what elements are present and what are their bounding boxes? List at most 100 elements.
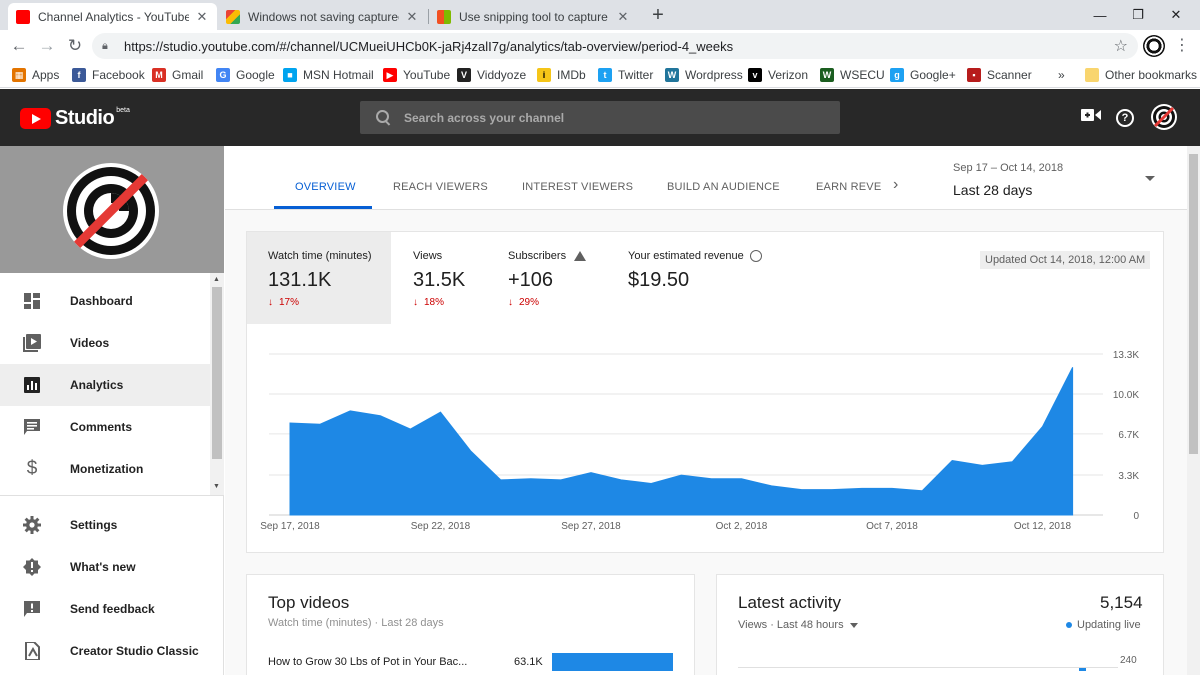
tab-overview[interactable]: OVERVIEW [295,181,356,193]
scroll-down-icon[interactable]: ▼ [213,483,220,490]
sidebar-item-analytics[interactable]: Analytics [0,364,210,406]
analytics-main: OVERVIEW REACH VIEWERS INTEREST VIEWERS … [225,146,1187,675]
feedback-icon [23,600,41,618]
scanner-icon: ▪ [967,68,981,82]
account-avatar-icon[interactable] [1150,103,1178,131]
x-tick-label: Oct 12, 2018 [1014,521,1072,532]
wsecu-icon: W [820,68,834,82]
overflow-chevron-icon: » [1058,68,1065,82]
close-window-button[interactable]: ✕ [1153,0,1199,30]
bookmark-youtube[interactable]: ▶ YouTube [383,66,450,84]
bookmark-scanner[interactable]: ▪ Scanner [967,66,1032,84]
twitter-icon: t [598,68,612,82]
bookmark-verizon[interactable]: v Verizon [748,66,808,84]
sidebar-item-settings[interactable]: Settings [0,504,210,546]
page-scroll-thumb[interactable] [1189,154,1198,454]
imdb-icon: i [537,68,551,82]
overview-card: Watch time (minutes) 131.1K ↓ 17% Views 3… [246,231,1164,553]
create-video-icon[interactable] [1080,107,1102,129]
date-dropdown-icon[interactable] [1145,176,1155,181]
watch-time-chart[interactable]: 0 3.3K 6.7K 10.0K 13.3K Sep 17, 2018 Sep 22, 2… [247,232,1165,554]
tabs-next-chevron-icon[interactable]: › [893,176,898,194]
studio-wordmark: Studio [55,107,115,129]
close-tab-icon[interactable]: ✕ [616,9,630,25]
sidebar-item-send-feedback[interactable]: Send feedback [0,588,210,630]
browser-tab-analytics[interactable]: Channel Analytics - YouTube Studio ✕ [8,3,217,30]
sidebar-item-label: Monetization [70,462,144,476]
verizon-icon: v [748,68,762,82]
live-dot-icon [1066,622,1072,628]
y-tick-label: 10.0K [1113,390,1139,401]
bookmark-google[interactable]: G Google [216,66,275,84]
activity-axis-label: 240 [1120,655,1137,666]
top-video-bar [552,653,673,671]
back-icon[interactable]: ← [8,35,30,57]
latest-activity-period-select[interactable]: Views · Last 48 hours [738,619,858,631]
address-bar[interactable]: 🔒︎ https://studio.youtube.com/#/channel/… [92,33,1138,59]
top-videos-title: Top videos [268,593,350,612]
browser-tab-snipping[interactable]: Use snipping tool to capture screenshots… [429,3,638,30]
reload-icon[interactable]: ↻ [64,35,86,57]
page-scrollbar[interactable] [1187,146,1200,675]
classic-icon [23,642,41,660]
bookmark-star-icon[interactable]: ☆ [1114,36,1128,56]
browser-tab-windows[interactable]: Windows not saving captured Screen ✕ [218,3,427,30]
period-label: Views · Last 48 hours [738,619,844,631]
sidebar-item-comments[interactable]: Comments [0,406,210,448]
activity-gridline [738,667,1118,668]
tab-build-an-audience[interactable]: BUILD AN AUDIENCE [667,181,780,193]
top-video-title-link[interactable]: How to Grow 30 Lbs of Pot in Your Bac... [268,656,467,668]
channel-avatar[interactable] [63,163,159,259]
bookmark-wordpress[interactable]: W Wordpress [665,66,743,84]
sidebar-item-videos[interactable]: Videos [0,322,210,364]
bookmark-viddyoze[interactable]: V Viddyoze [457,66,526,84]
close-tab-icon[interactable]: ✕ [195,9,209,25]
sidebar-scrollbar[interactable]: ▲ ▼ [210,273,224,495]
tab-interest-viewers[interactable]: INTEREST VIEWERS [522,181,633,193]
bookmark-label: IMDb [557,68,586,82]
other-bookmarks[interactable]: Other bookmarks [1085,66,1197,84]
dashboard-icon [23,292,41,310]
browser-menu-icon[interactable]: ⋮ [1174,35,1190,57]
bookmark-label: Scanner [987,68,1032,82]
bookmark-apps[interactable]: ▦ Apps [12,66,59,84]
analytics-icon [23,376,41,394]
profile-icon[interactable] [1143,35,1165,57]
tab-reach-viewers[interactable]: REACH VIEWERS [393,181,488,193]
activity-bar [1079,668,1086,671]
bookmark-msn-hotmail[interactable]: ■ MSN Hotmail [283,66,374,84]
other-bookmarks-label: Other bookmarks [1105,68,1198,82]
bookmark-google-[interactable]: g Google+ [890,66,956,84]
channel-search-input[interactable]: Search across your channel [360,101,840,134]
sidebar-item-creator-studio-classic[interactable]: Creator Studio Classic [0,630,210,672]
scroll-up-icon[interactable]: ▲ [213,276,220,283]
forward-icon[interactable]: → [36,35,58,57]
bookmark-gmail[interactable]: M Gmail [152,66,203,84]
sidebar-item-label: Creator Studio Classic [70,644,199,658]
studio-logo[interactable]: Studio beta [20,107,130,130]
close-tab-icon[interactable]: ✕ [405,9,419,25]
sidebar-divider [0,495,224,496]
tab-earn-revenue[interactable]: EARN REVE [816,181,881,193]
sidebar-scroll-thumb[interactable] [212,287,222,459]
latest-activity-card: Latest activity Views · Last 48 hours 5,… [716,574,1164,675]
facebook-icon: f [72,68,86,82]
sidebar-item-monetization[interactable]: $ Monetization [0,448,210,490]
sidebar-item-whats-new[interactable]: What's new [0,546,210,588]
msn-icon: ■ [283,68,297,82]
bookmark-facebook[interactable]: f Facebook [72,66,145,84]
help-icon[interactable]: ? [1114,107,1136,129]
dropdown-caret-icon [849,622,858,628]
bookmarks-bar: » Other bookmarks ▦ Apps f Facebook M Gmail G G… [0,62,1200,88]
sidebar-item-dashboard[interactable]: Dashboard [0,280,210,322]
bookmark-imdb[interactable]: i IMDb [537,66,586,84]
bookmark-wsecu[interactable]: W WSECU [820,66,885,84]
bookmark-label: Gmail [172,68,204,82]
new-tab-button[interactable]: + [648,3,668,27]
sidebar-item-label: What's new [70,560,136,574]
bookmark-twitter[interactable]: t Twitter [598,66,653,84]
tab-title: Windows not saving captured Screen [248,9,399,24]
date-period-select[interactable]: Last 28 days [953,182,1032,198]
bookmark-label: Twitter [618,68,654,82]
bookmarks-overflow[interactable]: » [1058,66,1065,84]
